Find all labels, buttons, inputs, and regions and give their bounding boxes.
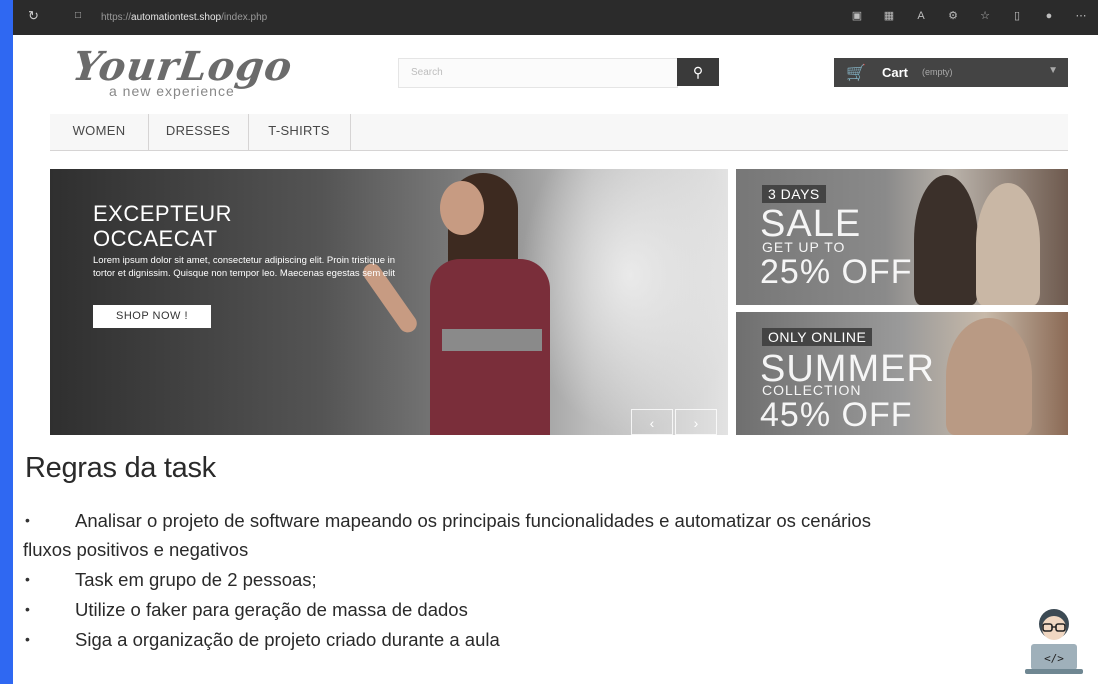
reader-mode-icon[interactable]: ▣ <box>850 9 864 23</box>
search-placeholder: Search <box>411 67 443 78</box>
banner1-discount: 25% OFF <box>760 253 913 291</box>
site-logo[interactable]: YourLogo a new experience <box>70 43 333 99</box>
bullet-dot: • <box>25 571 30 587</box>
address-bar[interactable]: https://automationtest.shop/index.php <box>101 12 267 23</box>
favorites-star-icon[interactable]: ☆ <box>978 9 992 23</box>
collections-icon[interactable]: ▯ <box>1010 9 1024 23</box>
logo-tagline: a new experience <box>109 83 235 99</box>
url-prefix: https:// <box>101 12 132 23</box>
developer-avatar-icon: </> <box>1025 609 1083 674</box>
read-aloud-icon[interactable]: A <box>914 9 928 23</box>
bullet-dot: • <box>25 601 30 617</box>
chevron-down-icon: ▼ <box>1048 65 1058 76</box>
sale-banner[interactable]: 3 DAYS SALE GET UP TO 25% OFF <box>736 169 1068 305</box>
hero-title-line2: OCCAECAT <box>93 226 218 251</box>
chevron-left-icon[interactable]: ‹ <box>631 409 673 435</box>
model-belt <box>442 329 542 351</box>
search-icon: ⚲ <box>692 64 704 80</box>
search-button[interactable]: ⚲ <box>677 58 719 86</box>
slider-arrows: ‹ › <box>631 409 719 435</box>
url-host: automationtest.shop <box>131 12 222 23</box>
banner-model-image <box>946 318 1032 435</box>
category-menu: WOMEN DRESSES T-SHIRTS <box>50 114 1068 151</box>
browser-icons: ▣ ▦ A ⚙ ☆ ▯ ● ⋯ <box>850 9 1088 23</box>
hero-model-image <box>359 173 560 435</box>
refresh-icon[interactable]: ↻ <box>28 9 42 23</box>
banner2-discount: 45% OFF <box>760 396 913 434</box>
search-input[interactable]: Search <box>398 58 678 88</box>
hero-slider[interactable]: EXCEPTEUR OCCAECAT Lorem ipsum dolor sit … <box>50 169 728 435</box>
hero-title-line1: EXCEPTEUR <box>93 201 232 226</box>
banner-woman-image <box>976 183 1040 305</box>
menu-item-women[interactable]: WOMEN <box>50 114 149 150</box>
model-head <box>440 181 484 235</box>
banner1-tag: 3 DAYS <box>762 185 826 203</box>
hero-description: Lorem ipsum dolor sit amet, consectetur … <box>93 255 396 279</box>
url-path: /index.php <box>221 12 268 23</box>
presentation-slide: ↻ □ https://automationtest.shop/index.ph… <box>13 0 1098 684</box>
rules-heading: Regras da task <box>25 452 216 484</box>
rule-1-line2: fluxos positivos e negativos <box>23 539 249 560</box>
bullet-dot: • <box>25 512 30 528</box>
embedded-website: YourLogo a new experience Search ⚲ 🛒 Car… <box>13 35 1098 445</box>
rule-4-text: Siga a organização de projeto criado dur… <box>75 629 500 650</box>
browser-toolbar: ↻ □ https://automationtest.shop/index.ph… <box>13 0 1098 35</box>
apps-icon[interactable]: ▦ <box>882 9 896 23</box>
chevron-right-icon[interactable]: › <box>675 409 717 435</box>
banner-man-image <box>914 175 978 305</box>
rule-3-text: Utilize o faker para geração de massa de… <box>75 599 468 620</box>
svg-text:</>: </> <box>1044 652 1064 665</box>
cart-button[interactable]: 🛒 Cart (empty) ▼ <box>834 58 1068 87</box>
menu-item-dresses[interactable]: DRESSES <box>148 114 249 150</box>
profile-icon[interactable]: ● <box>1042 9 1056 23</box>
bullet-dot: • <box>25 631 30 647</box>
cart-label: Cart <box>882 65 909 80</box>
rule-item-1-cont: fluxos positivos e negativos <box>23 539 248 561</box>
rule-2-text: Task em grupo de 2 pessoas; <box>75 569 317 590</box>
menu-item-tshirts[interactable]: T-SHIRTS <box>248 114 351 150</box>
summer-banner[interactable]: ONLY ONLINE SUMMER COLLECTION 45% OFF <box>736 312 1068 435</box>
tracking-icon[interactable]: ⚙ <box>946 9 960 23</box>
shop-now-button[interactable]: SHOP NOW ! <box>93 305 211 328</box>
lock-icon[interactable]: □ <box>75 10 85 21</box>
cart-status: (empty) <box>922 67 953 77</box>
more-menu-icon[interactable]: ⋯ <box>1074 9 1088 23</box>
banner2-tag: ONLY ONLINE <box>762 328 873 346</box>
rule-1-line1: Analisar o projeto de software mapeando … <box>75 510 871 531</box>
cart-icon: 🛒 <box>846 65 866 82</box>
hero-title: EXCEPTEUR OCCAECAT <box>93 201 232 251</box>
banner1-headline: SALE <box>760 203 862 245</box>
